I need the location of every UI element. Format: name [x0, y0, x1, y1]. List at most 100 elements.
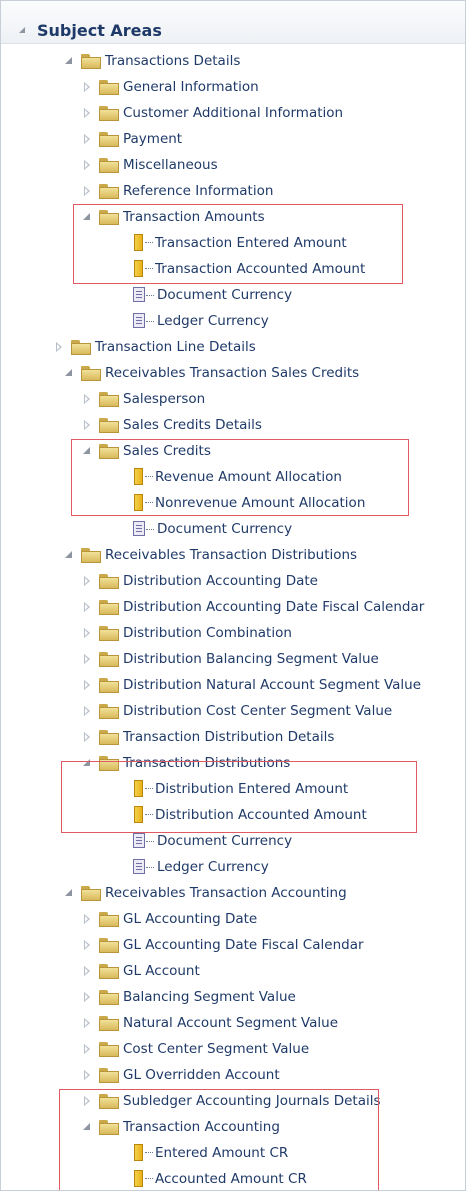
tree-node[interactable]: Transaction Distribution Details [81, 724, 334, 750]
tree-node[interactable]: Cost Center Segment Value [81, 1036, 309, 1062]
expand-arrow-icon[interactable] [81, 679, 93, 691]
tree-node[interactable]: Receivables Transaction Sales Credits [63, 360, 359, 386]
collapse-triangle-icon[interactable] [19, 27, 25, 33]
expanded-triangle-icon[interactable] [63, 367, 75, 379]
tree-node-label: Document Currency [157, 833, 293, 849]
tree-node-label: Distribution Balancing Segment Value [123, 651, 379, 667]
expand-arrow-icon[interactable] [81, 159, 93, 171]
tree-node-label: Ledger Currency [157, 859, 269, 875]
expand-arrow-icon[interactable] [81, 627, 93, 639]
expand-arrow-icon[interactable] [81, 1017, 93, 1029]
tree-node-label: Distribution Cost Center Segment Value [123, 703, 393, 719]
folder-icon [99, 989, 119, 1005]
tree-node-label: GL Accounting Date Fiscal Calendar [123, 937, 364, 953]
tree-node-label: GL Overridden Account [123, 1067, 280, 1083]
tree-node[interactable]: GL Accounting Date [81, 906, 257, 932]
tree-node-label: Transactions Details [105, 53, 241, 69]
tree-node-label: GL Accounting Date [123, 911, 258, 927]
expand-arrow-icon[interactable] [53, 341, 65, 353]
expand-arrow-icon[interactable] [81, 991, 93, 1003]
attribute-icon [133, 521, 154, 537]
expand-arrow-icon[interactable] [81, 419, 93, 431]
tree-node-label: Reference Information [123, 183, 274, 199]
tree-node[interactable]: Document Currency [133, 282, 292, 308]
tree-node[interactable]: Natural Account Segment Value [81, 1010, 338, 1036]
folder-icon [99, 651, 119, 667]
tree-node[interactable]: Distribution Natural Account Segment Val… [81, 672, 421, 698]
tree-node[interactable]: Ledger Currency [133, 854, 269, 880]
tree-node-label: Distribution Natural Account Segment Val… [123, 677, 422, 693]
tree-node[interactable]: Distribution Accounting Date [81, 568, 318, 594]
expanded-triangle-icon[interactable] [63, 549, 75, 561]
attribute-icon [133, 833, 154, 849]
expand-arrow-icon[interactable] [81, 133, 93, 145]
tree-node-label: Miscellaneous [123, 157, 218, 173]
folder-icon [81, 365, 101, 381]
tree-node-label: Receivables Transaction Accounting [105, 885, 347, 901]
tree-node[interactable]: Receivables Transaction Accounting [63, 880, 347, 906]
folder-icon [99, 79, 119, 95]
tree-node[interactable]: Receivables Transaction Distributions [63, 542, 357, 568]
tree-node[interactable]: Ledger Currency [133, 308, 269, 334]
expand-arrow-icon[interactable] [81, 1069, 93, 1081]
expand-arrow-icon[interactable] [81, 575, 93, 587]
tree-node-label: Customer Additional Information [123, 105, 344, 121]
expand-arrow-icon[interactable] [81, 107, 93, 119]
tree-node[interactable]: Reference Information [81, 178, 273, 204]
expand-arrow-icon[interactable] [81, 705, 93, 717]
tree-node[interactable]: Distribution Balancing Segment Value [81, 646, 379, 672]
tree-node-label: Transaction Distribution Details [123, 729, 335, 745]
folder-icon [99, 937, 119, 953]
tree-node[interactable]: GL Account [81, 958, 200, 984]
folder-icon [99, 417, 119, 433]
tree-node[interactable]: Transaction Line Details [53, 334, 256, 360]
tree-node[interactable]: Distribution Cost Center Segment Value [81, 698, 392, 724]
tree-node[interactable]: GL Accounting Date Fiscal Calendar [81, 932, 364, 958]
tree-node[interactable]: Balancing Segment Value [81, 984, 296, 1010]
folder-icon [81, 547, 101, 563]
expand-arrow-icon[interactable] [81, 965, 93, 977]
expanded-triangle-icon[interactable] [63, 55, 75, 67]
tree-node[interactable]: Distribution Combination [81, 620, 292, 646]
expand-arrow-icon[interactable] [81, 653, 93, 665]
folder-icon [81, 53, 101, 69]
expanded-triangle-icon[interactable] [63, 887, 75, 899]
folder-icon [99, 677, 119, 693]
tree-node-label: Ledger Currency [157, 313, 269, 329]
expand-arrow-icon[interactable] [81, 939, 93, 951]
tree-node[interactable]: Payment [81, 126, 182, 152]
tree-node-label: Receivables Transaction Distributions [105, 547, 358, 563]
expand-arrow-icon[interactable] [81, 1043, 93, 1055]
folder-icon [81, 885, 101, 901]
tree-node-label: Transaction Line Details [95, 339, 256, 355]
tree-node-label: Payment [123, 131, 183, 147]
tree-node-label: Document Currency [157, 521, 293, 537]
attribute-icon [133, 313, 154, 329]
tree-node[interactable]: Distribution Accounting Date Fiscal Cale… [81, 594, 424, 620]
tree-node-label: Document Currency [157, 287, 293, 303]
folder-icon [99, 625, 119, 641]
tree-node[interactable]: Salesperson [81, 386, 205, 412]
panel-header: Subject Areas [1, 1, 465, 44]
folder-icon [99, 703, 119, 719]
tree-node[interactable]: Miscellaneous [81, 152, 218, 178]
tree-node[interactable]: Sales Credits Details [81, 412, 262, 438]
tree-node[interactable]: Customer Additional Information [81, 100, 343, 126]
tree-node[interactable]: GL Overridden Account [81, 1062, 280, 1088]
tree-node-label: Balancing Segment Value [123, 989, 296, 1005]
attribute-icon [133, 287, 154, 303]
folder-icon [99, 391, 119, 407]
tree-node[interactable]: Document Currency [133, 516, 292, 542]
tree-node[interactable]: General Information [81, 74, 259, 100]
expand-arrow-icon[interactable] [81, 913, 93, 925]
expand-arrow-icon[interactable] [81, 731, 93, 743]
expand-arrow-icon[interactable] [81, 393, 93, 405]
expand-arrow-icon[interactable] [81, 81, 93, 93]
expand-arrow-icon[interactable] [81, 185, 93, 197]
tree-node-label: Cost Center Segment Value [123, 1041, 310, 1057]
tree-node[interactable]: Transactions Details [63, 48, 240, 74]
expand-arrow-icon[interactable] [81, 601, 93, 613]
subject-areas-panel: Subject Areas Transactions Details Genera… [0, 0, 466, 1191]
highlight-box-sales-credits [71, 439, 409, 516]
tree-node-label: Receivables Transaction Sales Credits [105, 365, 360, 381]
